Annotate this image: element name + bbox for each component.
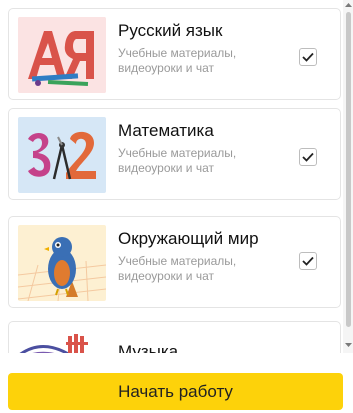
subject-title: Музыка <box>118 342 179 353</box>
subject-subtitle: Учебные материалы, видеоуроки и чат <box>118 254 237 283</box>
world-around-icon <box>18 225 106 301</box>
subject-card-russian[interactable]: Русский язык Учебные материалы, видеоуро… <box>8 8 341 100</box>
music-icon <box>18 330 106 353</box>
subject-card-math[interactable]: Математика Учебные материалы, видеоуроки… <box>8 108 341 200</box>
scroll-up-icon[interactable] <box>345 2 352 8</box>
subject-subtitle: Учебные материалы, видеоуроки и чат <box>118 46 237 75</box>
subject-subtitle: Учебные материалы, видеоуроки и чат <box>118 146 237 175</box>
start-button[interactable]: Начать работу <box>8 373 343 410</box>
checkmark-icon <box>302 152 314 162</box>
checkmark-icon <box>302 256 314 266</box>
math-icon <box>18 117 106 193</box>
subject-list: Русский язык Учебные материалы, видеоуро… <box>0 0 343 353</box>
subject-card-world-around[interactable]: Окружающий мир Учебные материалы, видеоу… <box>8 216 341 308</box>
scroll-down-icon[interactable] <box>345 342 352 348</box>
subject-checkbox[interactable] <box>299 148 317 166</box>
subject-card-music[interactable]: Музыка <box>8 321 341 353</box>
checkmark-icon <box>302 52 314 62</box>
subject-checkbox[interactable] <box>299 252 317 270</box>
russian-language-icon <box>18 17 106 93</box>
subject-title: Математика <box>118 121 214 140</box>
scrollbar-thumb[interactable] <box>346 12 351 327</box>
scrollbar[interactable] <box>343 0 353 353</box>
subject-title: Русский язык <box>118 21 223 40</box>
subject-checkbox[interactable] <box>299 48 317 66</box>
subject-title: Окружающий мир <box>118 229 259 248</box>
